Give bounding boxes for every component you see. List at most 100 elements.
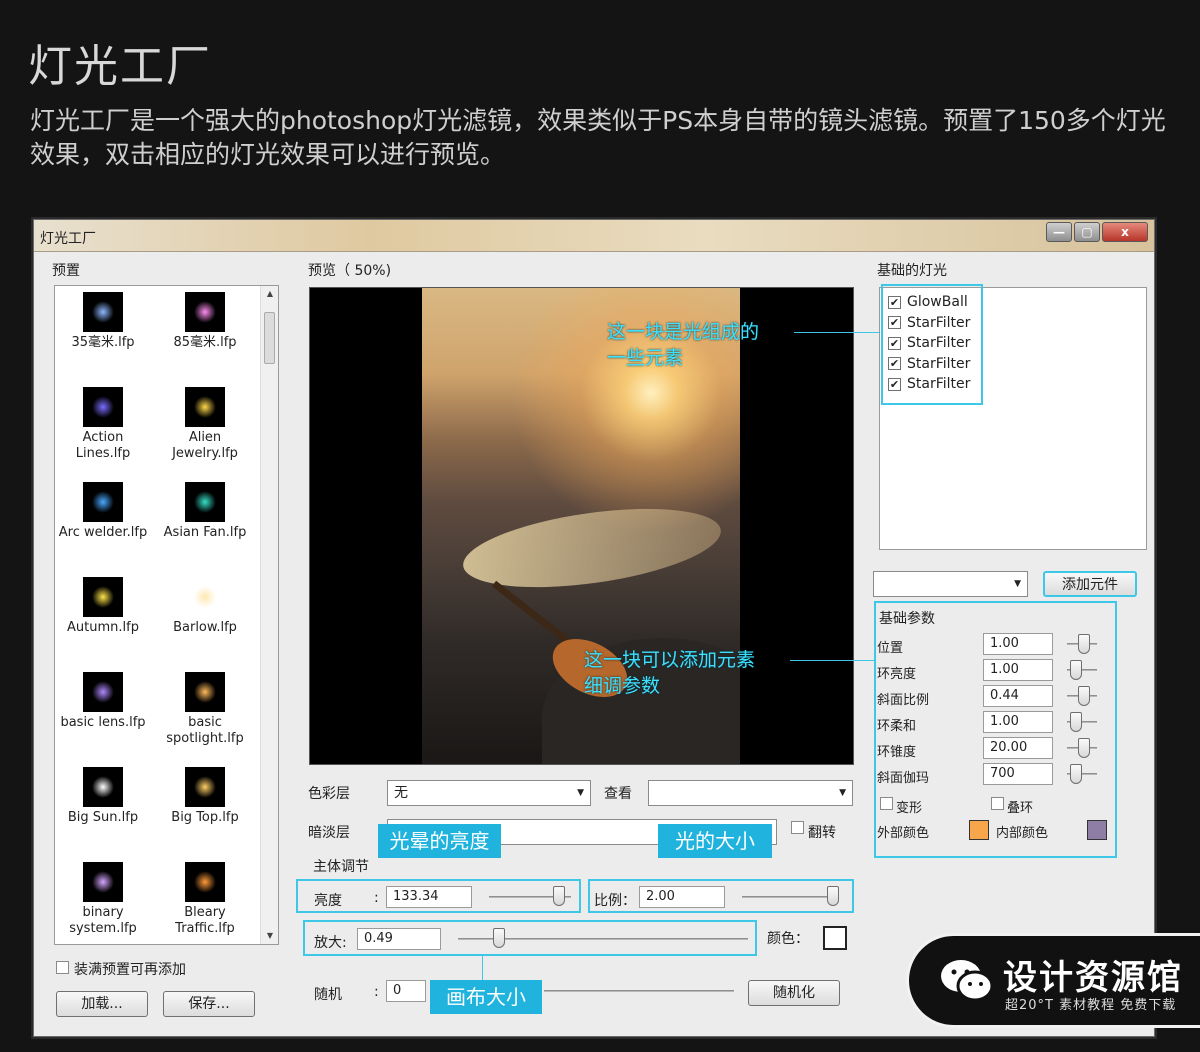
lens-flare-icon: [83, 387, 123, 427]
outer-color-swatch[interactable]: [969, 820, 989, 840]
deform-checkbox[interactable]: [880, 797, 893, 810]
add-all-label: 装满预置可再添加: [74, 962, 186, 978]
random-input[interactable]: 0: [386, 980, 426, 1002]
maximize-button[interactable]: ▢: [1074, 222, 1100, 242]
element-type-select[interactable]: ▼: [873, 571, 1028, 597]
add-all-checkbox[interactable]: [56, 961, 69, 974]
zoom-input[interactable]: 0.49: [357, 928, 441, 950]
view-select[interactable]: ▼: [648, 780, 853, 806]
lens-flare-icon: [185, 672, 225, 712]
ratio-label: 比例：: [594, 893, 636, 909]
color-layer-select[interactable]: 无 ▼: [387, 780, 591, 806]
watermark-logo: 设计资源馆 超20°T 素材教程 免费下载: [906, 933, 1200, 1028]
preview-canvas[interactable]: [309, 287, 854, 765]
param-value-input[interactable]: 1.00: [983, 659, 1053, 681]
param-label: 斜面比例: [877, 693, 930, 708]
preset-name: basic spotlight.lfp: [166, 715, 244, 746]
lens-flare-icon: [83, 767, 123, 807]
presets-scrollbar[interactable]: ▲ ▼: [260, 286, 278, 944]
inner-color-swatch[interactable]: [1087, 820, 1107, 840]
param-value-input[interactable]: 0.44: [983, 685, 1053, 707]
brightness-colon: :: [374, 890, 379, 906]
preset-item[interactable]: Bleary Traffic.lfp: [157, 856, 253, 944]
preset-item[interactable]: Action Lines.lfp: [55, 381, 151, 476]
param-slider-knob[interactable]: [1078, 634, 1090, 654]
lens-flare-icon: [185, 862, 225, 902]
lens-flare-icon: [83, 292, 123, 332]
preset-item[interactable]: Big Top.lfp: [157, 761, 253, 856]
scroll-down-icon[interactable]: ▼: [261, 928, 278, 944]
tag-halo-brightness: 光晕的亮度: [378, 824, 501, 858]
preset-item[interactable]: Asian Fan.lfp: [157, 476, 253, 571]
dropdown-arrow-icon: ▼: [577, 788, 584, 798]
window-titlebar[interactable]: 灯光工厂 — ▢ x: [34, 220, 1154, 252]
light-factory-window: 灯光工厂 — ▢ x 预置 35毫米.lfp 85毫米.lfp Action Lin…: [33, 219, 1155, 1037]
presets-list[interactable]: 35毫米.lfp 85毫米.lfp Action Lines.lfp Alien Je…: [54, 285, 279, 945]
save-button[interactable]: 保存...: [163, 991, 255, 1017]
param-value-input[interactable]: 1.00: [983, 633, 1053, 655]
scroll-thumb[interactable]: [264, 312, 275, 364]
lens-flare-icon: [83, 577, 123, 617]
ratio-input[interactable]: 2.00: [639, 886, 725, 908]
param-slider-knob[interactable]: [1070, 712, 1082, 732]
inner-color-label: 内部颜色: [996, 826, 1049, 841]
param-slider-knob[interactable]: [1070, 764, 1082, 784]
brightness-label: 亮度: [314, 893, 342, 909]
preset-item[interactable]: Alien Jewelry.lfp: [157, 381, 253, 476]
random-colon: :: [374, 984, 379, 1000]
preset-item[interactable]: Autumn.lfp: [55, 571, 151, 666]
flip-checkbox[interactable]: [791, 821, 804, 834]
preset-item[interactable]: Big Sun.lfp: [55, 761, 151, 856]
param-value-input[interactable]: 700: [983, 763, 1053, 785]
preset-name: Asian Fan.lfp: [163, 525, 247, 540]
tag-canvas-size: 画布大小: [430, 980, 542, 1014]
highlight-light-elements: [881, 284, 983, 405]
preset-name: basic lens.lfp: [60, 715, 146, 730]
close-button[interactable]: x: [1102, 222, 1148, 242]
brightness-slider-knob[interactable]: [552, 886, 565, 906]
basic-params-label: 基础参数: [879, 611, 935, 627]
param-label: 环亮度: [877, 667, 917, 682]
zoom-slider-knob[interactable]: [492, 928, 505, 948]
preset-item[interactable]: 85毫米.lfp: [157, 286, 253, 381]
preset-item[interactable]: binary system.lfp: [55, 856, 151, 944]
preset-name: binary system.lfp: [69, 905, 137, 936]
preview-label: 预览（ 50%): [308, 263, 392, 279]
brightness-input[interactable]: 133.34: [386, 886, 472, 908]
param-label: 环柔和: [877, 719, 917, 734]
load-button[interactable]: 加载...: [56, 991, 148, 1017]
annotation-line: [794, 332, 880, 333]
random-slider[interactable]: [544, 990, 734, 992]
param-slider-knob[interactable]: [1078, 738, 1090, 758]
basic-lights-label: 基础的灯光: [877, 263, 947, 279]
minimize-button[interactable]: —: [1046, 222, 1072, 242]
ratio-slider[interactable]: [742, 896, 838, 898]
lens-flare-icon: [185, 767, 225, 807]
lens-flare-icon: [83, 672, 123, 712]
preset-item[interactable]: 35毫米.lfp: [55, 286, 151, 381]
add-element-button[interactable]: 添加元件: [1043, 571, 1137, 597]
page-title: 灯光工厂: [28, 41, 212, 92]
scroll-up-icon[interactable]: ▲: [261, 286, 278, 302]
preset-name: Action Lines.lfp: [75, 430, 131, 461]
randomize-button[interactable]: 随机化: [748, 980, 840, 1006]
param-slider-knob[interactable]: [1070, 660, 1082, 680]
flip-label: 翻转: [808, 825, 836, 841]
param-slider-knob[interactable]: [1078, 686, 1090, 706]
ratio-slider-knob[interactable]: [827, 886, 840, 906]
lens-flare-icon: [185, 482, 225, 522]
lens-flare-icon: [185, 292, 225, 332]
presets-label: 预置: [52, 263, 80, 279]
preset-item[interactable]: basic spotlight.lfp: [157, 666, 253, 761]
preset-item[interactable]: Arc welder.lfp: [55, 476, 151, 571]
stack-ring-label: 叠环: [1007, 801, 1034, 816]
preset-item[interactable]: Barlow.lfp: [157, 571, 253, 666]
param-value-input[interactable]: 20.00: [983, 737, 1053, 759]
preset-name: Arc welder.lfp: [58, 525, 148, 540]
preset-item[interactable]: basic lens.lfp: [55, 666, 151, 761]
param-label: 环锥度: [877, 745, 917, 760]
color-swatch[interactable]: [823, 926, 847, 950]
param-value-input[interactable]: 1.00: [983, 711, 1053, 733]
view-label: 查看: [604, 786, 632, 802]
stack-ring-checkbox[interactable]: [991, 797, 1004, 810]
